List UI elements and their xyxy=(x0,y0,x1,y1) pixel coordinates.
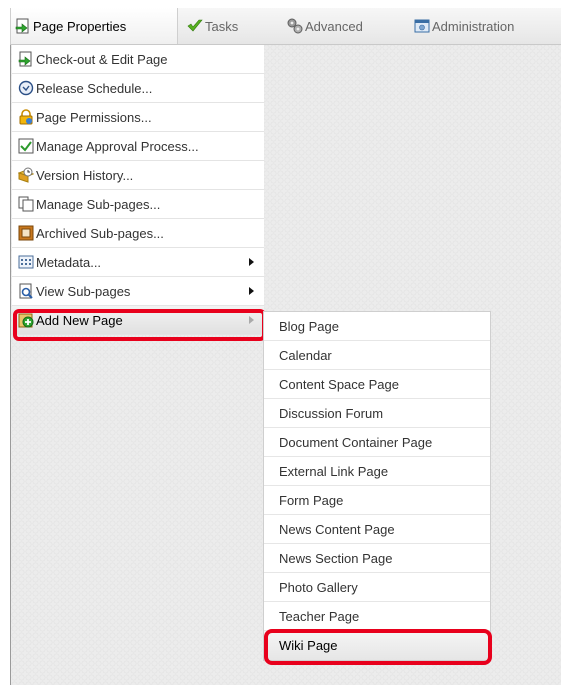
tab-label: Advanced xyxy=(305,18,363,34)
menu-item-label: Version History... xyxy=(36,167,134,183)
tab-administration[interactable]: Administration xyxy=(414,8,514,44)
highlight-box-wiki-page xyxy=(264,629,492,665)
menu-item-label: Metadata... xyxy=(36,254,102,270)
menu-item-label: View Sub-pages xyxy=(36,283,131,299)
checkmark-icon xyxy=(187,18,203,34)
version-history-icon xyxy=(18,167,34,183)
menu-item-version-history[interactable]: Version History... xyxy=(12,161,264,190)
submenu-item-news-content-page[interactable]: News Content Page xyxy=(264,515,490,544)
menu-item-label: Release Schedule... xyxy=(36,80,153,96)
menu-item-label: Manage Sub-pages... xyxy=(36,196,161,212)
approval-check-icon xyxy=(18,138,34,154)
menu-item-label: Archived Sub-pages... xyxy=(36,225,164,241)
menu-item-label: Manage Approval Process... xyxy=(36,138,199,154)
submenu-item-document-container-page[interactable]: Document Container Page xyxy=(264,428,490,457)
submenu-arrow-icon xyxy=(249,287,254,295)
checkout-edit-icon xyxy=(18,51,34,67)
menu-item-view-subpages[interactable]: View Sub-pages xyxy=(12,277,264,306)
submenu-item-calendar[interactable]: Calendar xyxy=(264,341,490,370)
submenu-item-news-section-page[interactable]: News Section Page xyxy=(264,544,490,573)
archive-icon xyxy=(18,225,34,241)
submenu-arrow-icon xyxy=(249,258,254,266)
menu-item-manage-approval[interactable]: Manage Approval Process... xyxy=(12,132,264,161)
menu-item-release-schedule[interactable]: Release Schedule... xyxy=(12,74,264,103)
tab-advanced[interactable]: Advanced xyxy=(287,8,363,44)
view-subpages-icon xyxy=(18,283,34,299)
menu-item-page-permissions[interactable]: Page Permissions... xyxy=(12,103,264,132)
menu-item-checkout-edit[interactable]: Check-out & Edit Page xyxy=(12,45,264,74)
menu-bar: Page Properties Tasks Advanced Administr… xyxy=(10,8,561,45)
submenu-item-discussion-forum[interactable]: Discussion Forum xyxy=(264,399,490,428)
submenu-item-photo-gallery[interactable]: Photo Gallery xyxy=(264,573,490,602)
sub-pages-icon xyxy=(18,196,34,212)
highlight-box-add-new-page xyxy=(13,309,266,341)
submenu-item-teacher-page[interactable]: Teacher Page xyxy=(264,602,490,631)
menu-item-manage-subpages[interactable]: Manage Sub-pages... xyxy=(12,190,264,219)
tab-page-properties[interactable]: Page Properties xyxy=(10,8,178,44)
admin-window-icon xyxy=(414,18,430,34)
menu-item-label: Check-out & Edit Page xyxy=(36,51,168,67)
submenu-item-content-space-page[interactable]: Content Space Page xyxy=(264,370,490,399)
tab-label: Tasks xyxy=(205,18,239,34)
clock-icon xyxy=(18,80,34,96)
menu-item-label: Page Permissions... xyxy=(36,109,152,125)
gears-icon xyxy=(287,18,303,34)
add-new-page-submenu: Blog Page Calendar Content Space Page Di… xyxy=(263,311,491,661)
submenu-item-blog-page[interactable]: Blog Page xyxy=(264,312,490,341)
page-properties-menu: Check-out & Edit Page Release Schedule..… xyxy=(12,45,264,335)
tab-label: Page Properties xyxy=(33,18,127,34)
lock-icon xyxy=(18,109,34,125)
tab-tasks[interactable]: Tasks xyxy=(187,8,238,44)
submenu-item-external-link-page[interactable]: External Link Page xyxy=(264,457,490,486)
submenu-item-form-page[interactable]: Form Page xyxy=(264,486,490,515)
metadata-grid-icon xyxy=(18,254,34,270)
menu-item-archived-subpages[interactable]: Archived Sub-pages... xyxy=(12,219,264,248)
page-properties-icon xyxy=(15,18,31,34)
menu-item-metadata[interactable]: Metadata... xyxy=(12,248,264,277)
tab-label: Administration xyxy=(432,18,515,34)
